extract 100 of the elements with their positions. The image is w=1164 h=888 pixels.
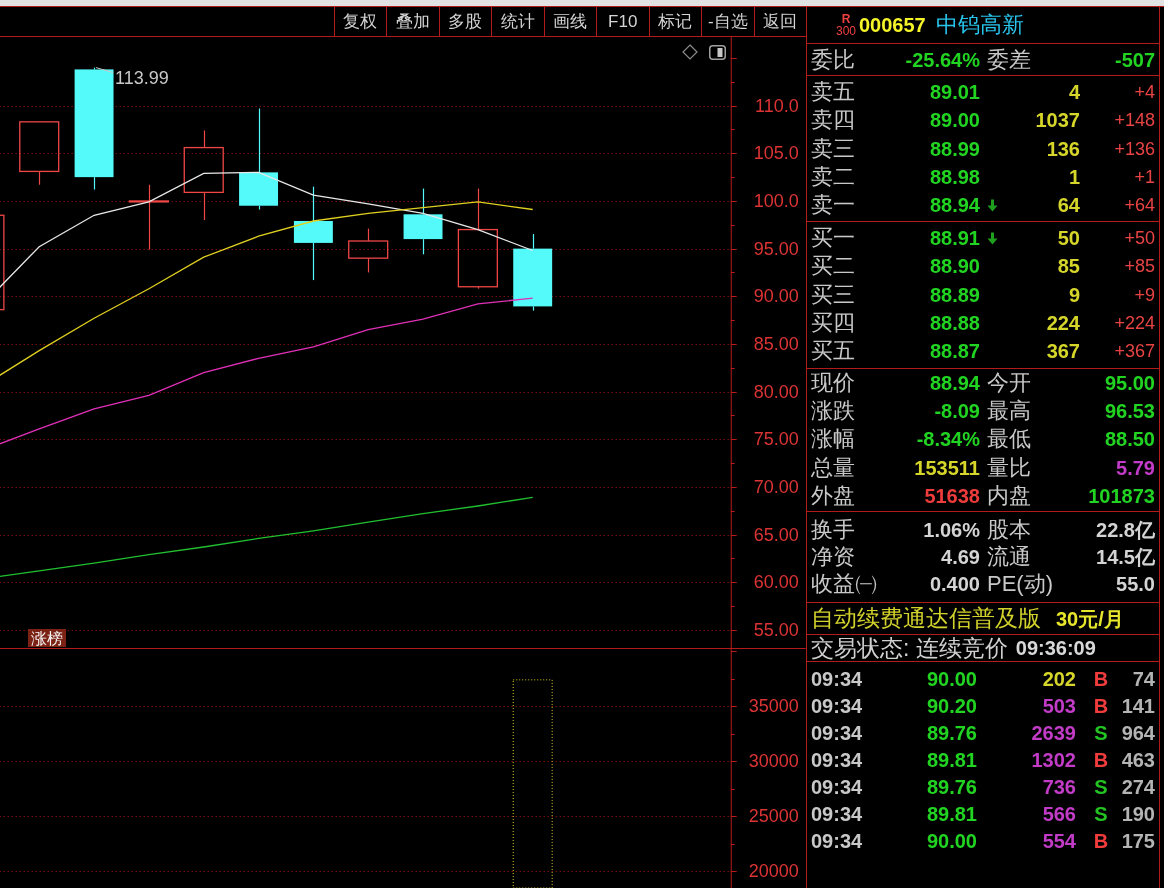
toolbar-button[interactable]: 复权 — [333, 7, 386, 36]
axis-label: 30000 — [749, 751, 799, 772]
depth-label: 卖五 — [811, 81, 855, 104]
toolbar-button[interactable]: F10 — [596, 7, 649, 36]
panel-icon[interactable] — [709, 44, 726, 60]
trade-status-text: 交易状态: 连续竞价 — [811, 636, 1008, 660]
field-label: 股本 — [987, 519, 1031, 542]
tick-price: 89.81 — [926, 749, 977, 770]
toolbar-button[interactable]: 画线 — [543, 7, 596, 36]
toolbar-button[interactable]: 多股 — [438, 7, 491, 36]
depth-change: +9 — [1134, 285, 1155, 304]
tick-volume: 1302 — [1031, 749, 1076, 770]
depth-change: +148 — [1114, 111, 1155, 130]
depth-label: 买三 — [811, 283, 855, 306]
field-label: 流通 — [987, 546, 1031, 569]
depth-price: 89.00 — [929, 110, 980, 131]
candlestick — [403, 187, 443, 255]
field-label: PE(动) — [987, 572, 1053, 595]
field-label: 换手 — [811, 519, 855, 542]
field-value: 51638 — [924, 485, 980, 506]
tick-volume: 736 — [1042, 776, 1076, 797]
market-number: 300 — [836, 24, 856, 38]
stock-name: 中钨高新 — [935, 14, 1024, 36]
depth-volume: 367 — [1046, 341, 1080, 362]
depth-price: 88.98 — [929, 167, 980, 188]
depth-change: +50 — [1124, 229, 1155, 248]
tick-price: 89.76 — [926, 776, 977, 797]
tick-count: 175 — [1121, 830, 1155, 851]
tick-time: 09:34 — [811, 803, 863, 824]
tick-side: S — [1094, 776, 1108, 797]
toolbar-button[interactable]: 统计 — [491, 7, 544, 36]
tick-time: 09:34 — [811, 722, 863, 743]
depth-volume: 64 — [1057, 195, 1080, 216]
axis-label: 110.0 — [755, 95, 799, 116]
depth-price: 88.88 — [929, 313, 980, 334]
depth-change: +64 — [1124, 196, 1155, 215]
toolbar-button[interactable]: 标记 — [648, 7, 701, 36]
field-value: 101873 — [1088, 485, 1155, 506]
tick-volume: 202 — [1042, 668, 1076, 689]
tick-side: B — [1093, 695, 1109, 716]
field-value: 1.06% — [923, 520, 980, 541]
field-label: 委比 — [811, 48, 855, 71]
field-label: 涨幅 — [811, 428, 855, 451]
depth-price: 88.91 — [929, 228, 980, 249]
field-value: 22.8亿 — [1096, 520, 1155, 541]
tick-volume: 566 — [1042, 803, 1076, 824]
depth-volume: 50 — [1057, 228, 1080, 249]
stock-code: 000657 — [859, 15, 926, 35]
axis-label: 75.00 — [754, 429, 799, 450]
tick-count: 964 — [1121, 722, 1155, 743]
max-price-label: 113.99 — [95, 67, 169, 88]
depth-label: 买二 — [811, 255, 855, 278]
field-value: 95.00 — [1104, 373, 1155, 394]
market-letter: R — [841, 12, 851, 25]
diamond-icon[interactable] — [682, 44, 698, 60]
tick-volume: 2639 — [1031, 722, 1076, 743]
depth-price: 88.89 — [929, 284, 980, 305]
field-value: 0.400 — [929, 573, 980, 594]
toolbar-button[interactable]: 叠加 — [386, 7, 439, 36]
rank-badge: 涨榜 — [28, 629, 66, 647]
depth-price: 88.94 — [929, 195, 980, 216]
field-value: 96.53 — [1104, 401, 1155, 422]
field-label: 委差 — [987, 48, 1031, 71]
tick-count: 190 — [1121, 803, 1155, 824]
field-label: 最高 — [987, 400, 1031, 423]
field-label: 收益㈠ — [811, 572, 877, 595]
axis-label: 55.00 — [754, 619, 799, 640]
tick-time: 09:34 — [811, 776, 863, 797]
depth-volume: 224 — [1046, 313, 1080, 334]
depth-label: 买五 — [811, 340, 855, 363]
axis-label: 65.00 — [754, 524, 799, 545]
depth-volume: 9 — [1068, 284, 1080, 305]
field-value: 88.94 — [929, 373, 980, 394]
axis-label: 85.00 — [754, 333, 799, 354]
field-value: -25.64% — [905, 49, 980, 70]
field-label: 量比 — [987, 456, 1031, 479]
toolbar-button[interactable]: 返回 — [753, 7, 806, 36]
tick-count: 274 — [1121, 776, 1155, 797]
promo-price: 30元/月 — [1056, 608, 1124, 629]
tick-price: 90.00 — [926, 830, 977, 851]
axis-label: 35000 — [749, 696, 799, 717]
depth-change: +367 — [1114, 342, 1155, 361]
field-value: 88.50 — [1104, 429, 1155, 450]
axis-label: 95.00 — [754, 238, 799, 259]
candlestick — [129, 184, 170, 251]
tick-count: 141 — [1121, 695, 1155, 716]
field-value: -8.09 — [934, 401, 980, 422]
depth-change: +136 — [1114, 139, 1155, 158]
toolbar-button[interactable]: -自选 — [701, 7, 754, 36]
depth-label: 买四 — [811, 312, 855, 335]
field-value: 14.5亿 — [1096, 547, 1155, 568]
depth-price: 89.01 — [929, 82, 980, 103]
depth-volume: 4 — [1068, 82, 1080, 103]
depth-label: 买一 — [811, 227, 855, 250]
tick-price: 90.00 — [926, 668, 977, 689]
depth-price: 88.99 — [929, 138, 980, 159]
depth-volume: 136 — [1046, 138, 1080, 159]
tick-volume: 554 — [1042, 830, 1076, 851]
field-label: 最低 — [987, 428, 1031, 451]
depth-price: 88.90 — [929, 256, 980, 277]
